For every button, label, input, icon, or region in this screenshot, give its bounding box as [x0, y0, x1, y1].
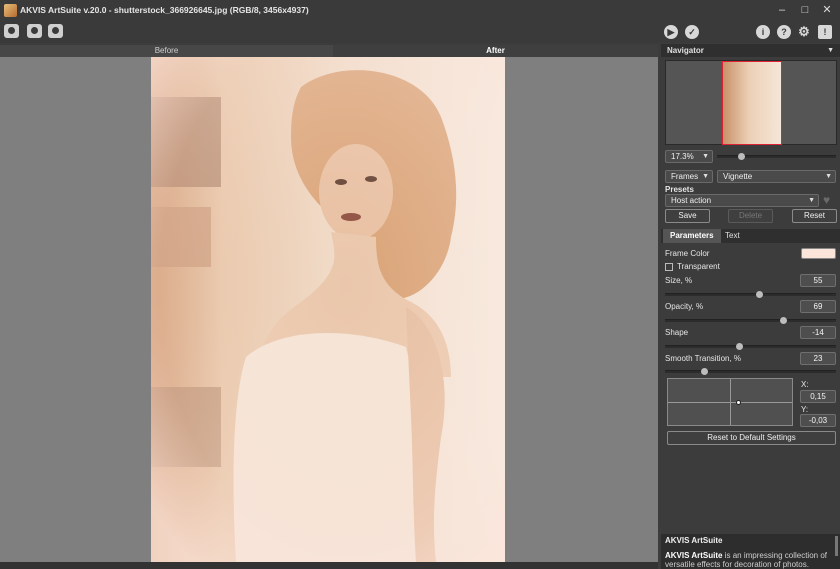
apply-icon[interactable]: ✓: [685, 25, 699, 39]
opacity-label: Opacity, %: [665, 302, 704, 311]
effect-type-value: Vignette: [723, 172, 753, 181]
zoom-value: 17.3%: [671, 152, 694, 161]
size-slider-thumb[interactable]: [756, 291, 764, 298]
shape-slider[interactable]: [665, 343, 836, 350]
info-panel: AKVIS ArtSuite AKVIS ArtSuite is an impr…: [661, 534, 840, 569]
size-input[interactable]: 55: [800, 274, 836, 287]
category-value: Frames: [671, 172, 699, 181]
zoom-select[interactable]: 17.3% ▼: [665, 150, 713, 163]
run-icon[interactable]: ▶: [664, 25, 678, 39]
navigator-title: Navigator: [667, 46, 704, 55]
opacity-slider-thumb[interactable]: [779, 317, 787, 324]
title-bar: AKVIS ArtSuite v.20.0 - shutterstock_366…: [0, 0, 840, 21]
help-icon[interactable]: ?: [777, 25, 791, 39]
transparent-label: Transparent: [677, 262, 720, 271]
image-canvas[interactable]: [0, 57, 658, 562]
open-image-icon[interactable]: [4, 24, 19, 38]
zoom-slider-thumb[interactable]: [737, 153, 745, 160]
window-title: AKVIS ArtSuite v.20.0 - shutterstock_366…: [20, 5, 309, 15]
maximize-icon[interactable]: □: [797, 3, 813, 17]
save-preset-button[interactable]: Save: [665, 209, 710, 223]
settings-icon[interactable]: ⚙: [797, 25, 811, 39]
chevron-down-icon: ▼: [825, 173, 832, 180]
preset-value: Host action: [671, 196, 712, 205]
shape-input[interactable]: -14: [800, 326, 836, 339]
transparent-checkbox[interactable]: [665, 263, 673, 271]
smooth-transition-input[interactable]: 23: [800, 352, 836, 365]
tab-before[interactable]: Before: [0, 45, 333, 57]
size-slider[interactable]: [665, 291, 836, 298]
app-logo-icon: [4, 4, 17, 17]
chevron-down-icon: ▼: [702, 153, 709, 160]
x-input[interactable]: 0,15: [800, 390, 836, 403]
frame-color-label: Frame Color: [665, 249, 710, 258]
zoom-slider[interactable]: [717, 153, 836, 160]
y-label: Y:: [801, 405, 809, 414]
grid-vertical-axis: [730, 379, 731, 425]
collapse-icon[interactable]: ▼: [827, 44, 834, 57]
info-title: AKVIS ArtSuite: [665, 536, 723, 545]
settings-tabs: Parameters Text: [661, 229, 840, 243]
opacity-slider[interactable]: [665, 317, 836, 324]
delete-preset-button[interactable]: Delete: [728, 209, 773, 223]
smooth-transition-slider-thumb[interactable]: [701, 368, 709, 375]
navigator-view-frame[interactable]: [722, 61, 782, 145]
favorite-heart-icon[interactable]: ♥: [823, 193, 830, 207]
smooth-transition-slider[interactable]: [665, 368, 836, 375]
tab-text[interactable]: Text: [718, 229, 747, 243]
save-image-icon[interactable]: [27, 24, 42, 38]
reset-default-button[interactable]: Reset to Default Settings: [667, 431, 836, 445]
navigator-header[interactable]: Navigator ▼: [661, 44, 840, 57]
shape-slider-thumb[interactable]: [735, 343, 743, 350]
effect-type-select[interactable]: Vignette ▼: [717, 170, 836, 183]
settings-panel: Navigator ▼ 17.3% ▼ Frames ▼ Vignette ▼ …: [661, 43, 840, 569]
center-point-handle[interactable]: [736, 399, 742, 405]
close-icon[interactable]: ✕: [819, 3, 835, 17]
x-label: X:: [801, 380, 809, 389]
print-image-icon[interactable]: [48, 24, 63, 38]
frame-color-swatch[interactable]: [801, 248, 836, 259]
info-scrollbar[interactable]: [835, 536, 838, 556]
tab-after[interactable]: After: [333, 45, 658, 57]
navigator-preview[interactable]: [665, 60, 837, 145]
horizontal-scrollbar[interactable]: [0, 562, 658, 569]
shape-label: Shape: [665, 328, 689, 337]
tab-parameters[interactable]: Parameters: [663, 229, 721, 243]
smooth-transition-label: Smooth Transition, %: [665, 354, 742, 363]
y-input[interactable]: -0,03: [800, 414, 836, 427]
preset-select[interactable]: Host action ▼: [665, 194, 819, 207]
info-description: AKVIS ArtSuite is an impressing collecti…: [665, 551, 827, 569]
size-label: Size, %: [665, 276, 693, 285]
category-select[interactable]: Frames ▼: [665, 170, 713, 183]
info-icon[interactable]: i: [756, 25, 770, 39]
toolbar: ▶ ✓ i ? ⚙ !: [0, 21, 840, 43]
opacity-input[interactable]: 69: [800, 300, 836, 313]
center-position-grid[interactable]: [667, 378, 793, 426]
chevron-down-icon: ▼: [808, 197, 815, 204]
reset-preset-button[interactable]: Reset: [792, 209, 837, 223]
result-photo: [151, 57, 505, 562]
info-description-bold: AKVIS ArtSuite: [665, 551, 723, 560]
chevron-down-icon: ▼: [702, 173, 709, 180]
feedback-icon[interactable]: !: [818, 25, 832, 39]
minimize-icon[interactable]: –: [774, 3, 790, 17]
presets-label: Presets: [665, 185, 694, 194]
